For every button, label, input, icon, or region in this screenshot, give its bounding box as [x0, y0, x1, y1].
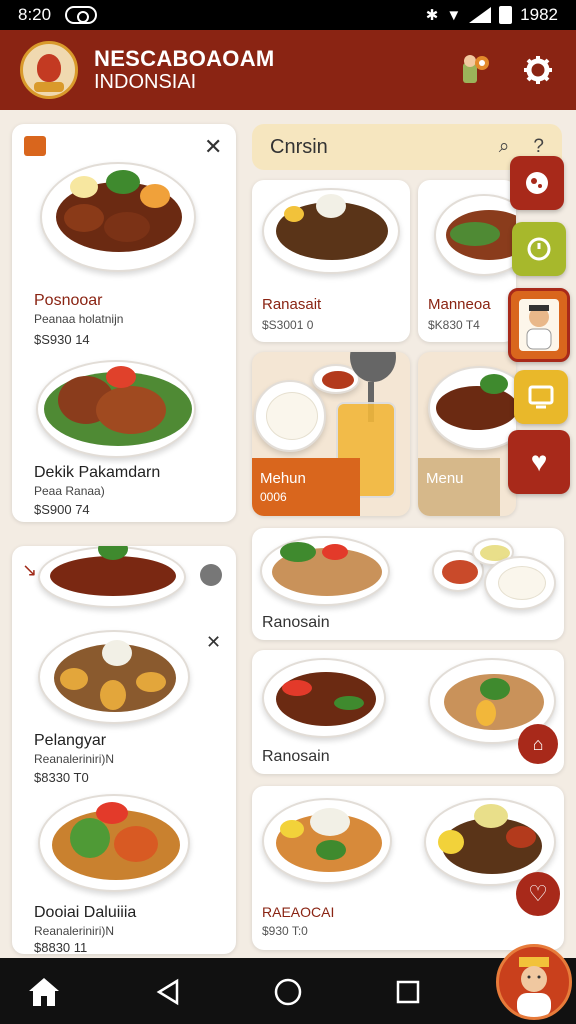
status-clock: 1982 — [520, 5, 558, 24]
dish-image[interactable] — [428, 366, 516, 450]
dish-title: Dooiai Daluiiia — [34, 904, 137, 921]
row-title: Ranosain — [262, 748, 330, 765]
brand-line-2: INDONSIAI — [94, 71, 197, 94]
dish-price: $S930 14 — [34, 332, 90, 347]
gear-icon[interactable] — [520, 52, 556, 88]
dish-image[interactable] — [36, 360, 196, 458]
dish-price: $8830 11 — [34, 940, 88, 954]
dish-title: Pelangyar — [34, 732, 107, 749]
timer-icon — [527, 237, 551, 261]
circle-icon[interactable] — [268, 972, 308, 1012]
tile-title: Manneoa — [428, 296, 491, 313]
tile-price: 0006 — [260, 490, 287, 504]
pepper-icon: ↘ — [22, 560, 38, 580]
help-icon[interactable]: ? — [533, 136, 544, 158]
rice-image[interactable] — [254, 380, 326, 452]
heart-icon[interactable]: ♡ — [516, 872, 560, 916]
dish-image[interactable] — [38, 630, 190, 724]
avatar — [517, 957, 551, 1017]
wifi-icon: ▼ — [446, 6, 462, 24]
camera-icon — [65, 6, 98, 24]
menu-card-2[interactable]: ↘ ✕ Pelangyar Reanaleriniri)N $8330 T0 D… — [12, 546, 236, 954]
dish-row-2[interactable]: Ranosain ⌂ — [252, 650, 564, 774]
grid-tile-4[interactable]: Menu — [418, 352, 516, 516]
dish-image[interactable] — [262, 658, 386, 738]
system-nav-bar — [0, 958, 576, 1024]
dish-row-3[interactable]: RAEAOCAI $930 T:0 ♡ — [252, 786, 564, 950]
dish-image[interactable] — [40, 162, 196, 272]
search-input[interactable]: Cnrsin — [270, 136, 328, 159]
side-chef-button[interactable] — [510, 156, 564, 210]
search-icon[interactable]: ⌕ — [499, 136, 510, 158]
dish-title: Posnooar — [34, 292, 103, 309]
app-header: NESCABOAOAM INDONSIAI — [0, 30, 576, 110]
side-timer-button[interactable] — [512, 222, 566, 276]
status-bar: 8:20 ✱ ▼ 1982 — [0, 0, 576, 30]
chef-hat-icon[interactable]: ⌂ — [518, 724, 558, 764]
close-icon[interactable]: ✕ — [204, 134, 222, 160]
grid-tile-1[interactable]: Ranasait $S3001 0 — [252, 180, 410, 342]
grid-tile-2[interactable]: Manneoa $K830 T4 — [418, 180, 516, 342]
dish-image[interactable] — [38, 546, 186, 608]
square-icon[interactable] — [388, 972, 428, 1012]
side-screen-button[interactable] — [514, 370, 568, 424]
tile-banner — [418, 458, 500, 516]
tile-price: $S3001 0 — [262, 318, 314, 332]
home-icon[interactable] — [24, 972, 64, 1012]
close-icon[interactable]: ✕ — [206, 632, 221, 653]
dish-image[interactable] — [434, 194, 516, 276]
dish-price: $S900 74 — [34, 502, 90, 517]
tile-title: Mehun — [260, 470, 306, 487]
back-icon[interactable] — [148, 972, 188, 1012]
side-favorite-button[interactable]: ♥ — [508, 430, 570, 494]
dish-subtitle: Peanaa holatnijn — [34, 312, 124, 326]
row-price: $930 T:0 — [262, 924, 308, 938]
menu-card-1[interactable]: ✕ Posnooar Peanaa holatnijn $S930 14 Dek… — [12, 124, 236, 522]
tile-title: Menu — [426, 470, 464, 487]
tile-banner — [252, 458, 360, 516]
avatar — [519, 299, 559, 351]
side-avatar-button[interactable] — [508, 288, 570, 362]
dish-image[interactable] — [38, 794, 190, 892]
dish-image[interactable] — [262, 188, 400, 274]
card-badge-icon — [24, 136, 46, 156]
chef-icon — [526, 172, 548, 194]
rice-image[interactable] — [484, 556, 556, 610]
more-icon[interactable] — [200, 564, 222, 586]
tile-title: Ranasait — [262, 296, 322, 313]
brand-title: NESCABOAOAM INDONSIAI — [94, 46, 275, 94]
map-pin-icon[interactable] — [456, 52, 492, 88]
status-time: 8:20 — [18, 5, 52, 24]
dish-price: $8330 T0 — [34, 770, 89, 785]
dish-subtitle: Reanaleriniri)N — [34, 924, 115, 938]
battery-icon — [499, 6, 513, 24]
screen-icon — [528, 385, 554, 409]
dish-image[interactable] — [260, 536, 390, 606]
dish-title: Dekik Pakamdarn — [34, 464, 161, 481]
row-title: RAEAOCAI — [262, 904, 335, 920]
bluetooth-icon: ✱ — [425, 7, 439, 24]
dish-image[interactable] — [262, 798, 392, 884]
dish-subtitle: Reanaleriniri)N — [34, 752, 115, 766]
dish-subtitle: Peaa Ranaa) — [34, 484, 105, 498]
row-title: Ranosain — [262, 614, 330, 631]
signal-icon — [469, 7, 492, 23]
grid-tile-3[interactable]: Mehun 0006 — [252, 352, 410, 516]
brand-line-1: NESCABOAOAM — [94, 45, 275, 71]
dish-row-1[interactable]: Ranosain — [252, 528, 564, 640]
brand-logo[interactable] — [20, 41, 78, 99]
tile-price: $K830 T4 — [428, 318, 480, 332]
heart-icon: ♥ — [530, 446, 548, 477]
profile-fab[interactable] — [496, 944, 572, 1020]
